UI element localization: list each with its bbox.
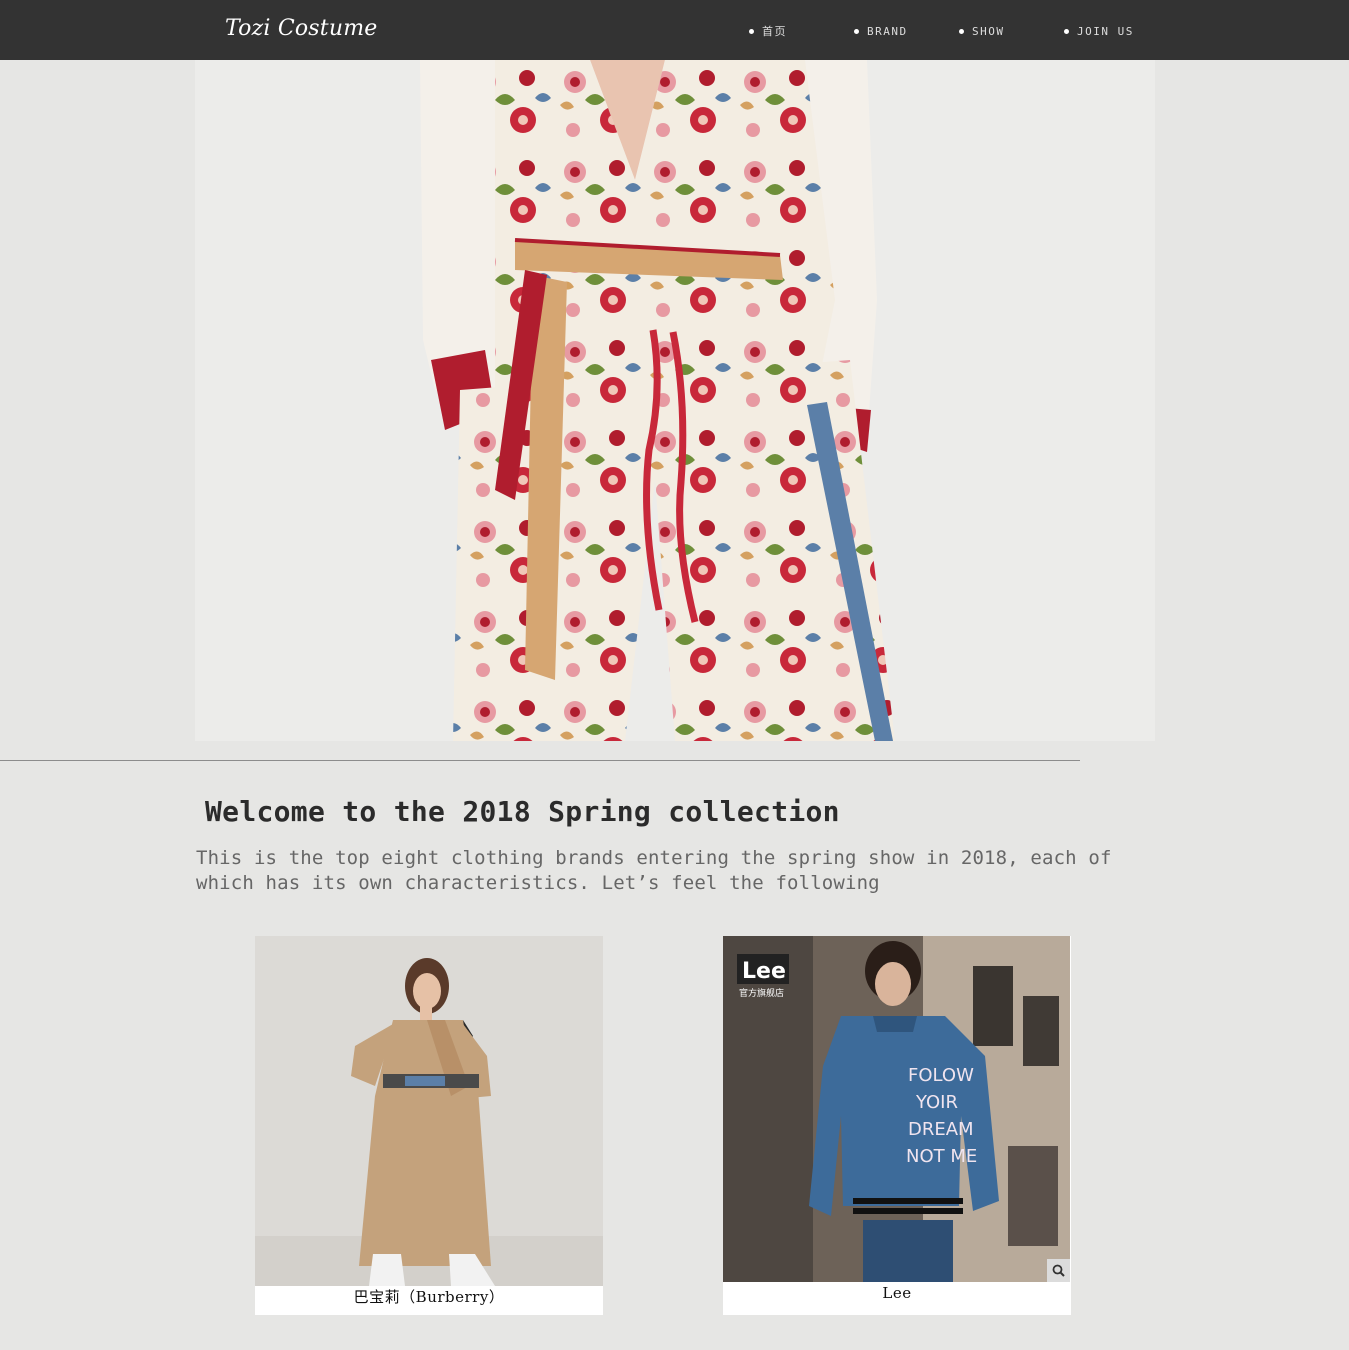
lee-logo-text: Lee <box>742 959 786 984</box>
magnifier-icon <box>1052 1264 1065 1277</box>
denim-jacket-model-illustration: FOLOW YOIR DREAM NOT ME Lee 官方旗舰店 <box>723 936 1070 1282</box>
nav-item-join-us[interactable]: JOIN US <box>1064 23 1134 39</box>
section-divider <box>0 760 1080 761</box>
jacket-graffiti-line: NOT ME <box>906 1146 977 1167</box>
nav-item-label: SHOW <box>972 24 1005 38</box>
bullet-icon <box>749 28 754 34</box>
jacket-graffiti-line: DREAM <box>908 1119 974 1140</box>
bullet-icon <box>1064 28 1069 34</box>
jacket-graffiti-line: FOLOW <box>908 1065 974 1086</box>
nav-item-label: JOIN US <box>1077 24 1134 38</box>
brand-caption-burberry: 巴宝莉（Burberry） <box>353 1288 505 1306</box>
nav-item-show[interactable]: SHOW <box>959 23 1005 39</box>
jacket-graffiti-line: YOIR <box>915 1092 958 1113</box>
floral-suit-illustration <box>195 60 1155 741</box>
brand-photo-lee: FOLOW YOIR DREAM NOT ME Lee 官方旗舰店 <box>723 936 1070 1282</box>
nav-item-brand[interactable]: BRAND <box>854 23 908 39</box>
brand-card-lee[interactable]: FOLOW YOIR DREAM NOT ME Lee 官方旗舰店 Lee <box>723 936 1071 1315</box>
brand-caption-lee: Lee <box>882 1284 912 1302</box>
brand-photo-burberry <box>255 936 603 1286</box>
top-navigation-bar: Tozi Costume 首页 BRAND SHOW JOIN US <box>0 0 1349 60</box>
hero-banner-image <box>195 60 1155 741</box>
section-intro-text: This is the top eight clothing brands en… <box>196 847 1112 894</box>
trench-coat-model-illustration <box>255 936 603 1286</box>
bullet-icon <box>854 28 859 34</box>
lee-shop-text: 官方旗舰店 <box>739 987 784 999</box>
brand-card-burberry[interactable]: 巴宝莉（Burberry） <box>255 936 603 1315</box>
bullet-icon <box>959 28 964 34</box>
nav-item-home[interactable]: 首页 <box>749 23 787 39</box>
section-heading: Welcome to the 2018 Spring collection <box>205 795 840 828</box>
main-nav: 首页 BRAND SHOW JOIN US <box>0 0 1349 60</box>
nav-item-label: BRAND <box>867 24 908 38</box>
nav-item-label: 首页 <box>762 25 787 38</box>
zoom-button[interactable] <box>1047 1259 1070 1282</box>
